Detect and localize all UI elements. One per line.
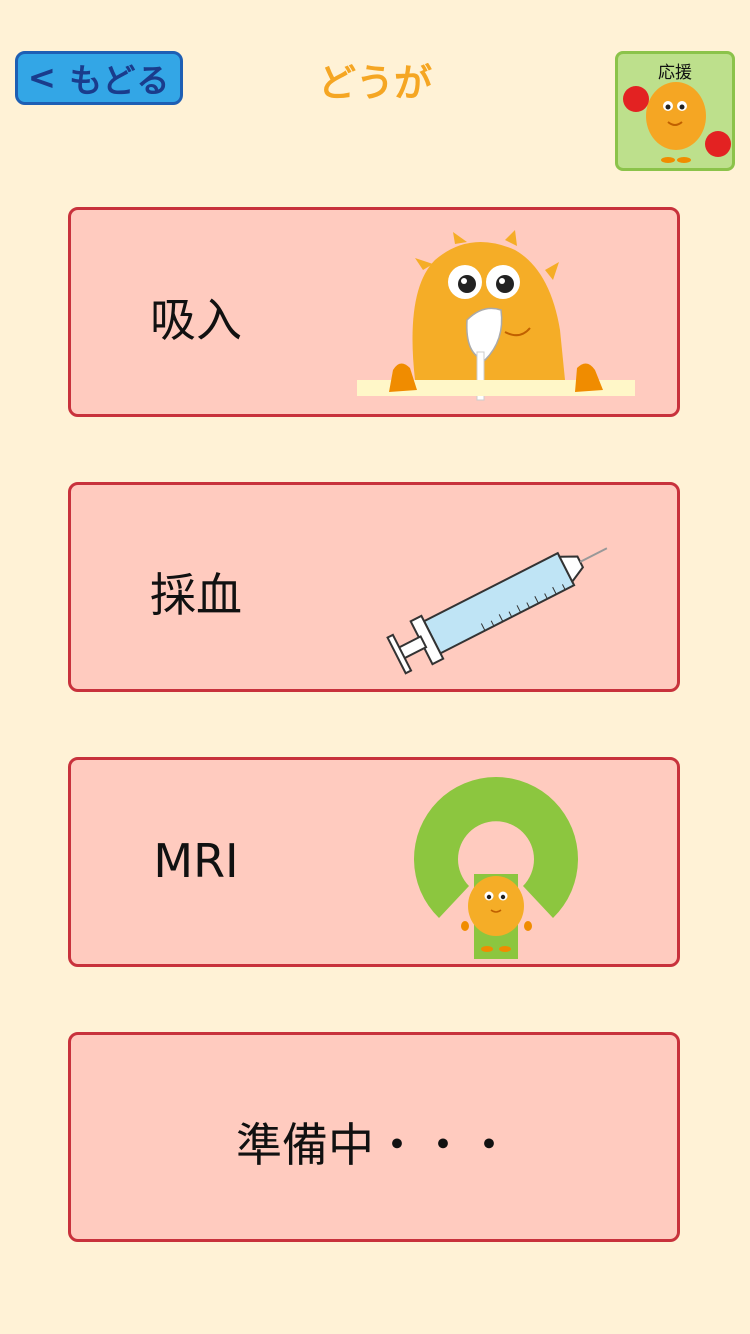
- mri-character-icon: [414, 777, 578, 959]
- menu-item-label: 採血: [150, 568, 242, 622]
- menu-item-label: MRI: [153, 834, 239, 888]
- menu-item-label: 準備中・・・: [236, 1118, 512, 1172]
- menu-item-mri[interactable]: MRI: [68, 757, 680, 967]
- menu-item-coming-soon[interactable]: 準備中・・・: [68, 1032, 680, 1242]
- menu-item-label: 吸入: [150, 293, 242, 347]
- syringe-icon: [386, 547, 608, 675]
- menu-item-blood-draw[interactable]: 採血: [68, 482, 680, 692]
- inhaler-character-icon: [357, 230, 635, 401]
- cheer-button[interactable]: 応援: [615, 51, 735, 171]
- menu-item-inhalation[interactable]: 吸入: [68, 207, 680, 417]
- cheer-label: 応援: [658, 63, 692, 83]
